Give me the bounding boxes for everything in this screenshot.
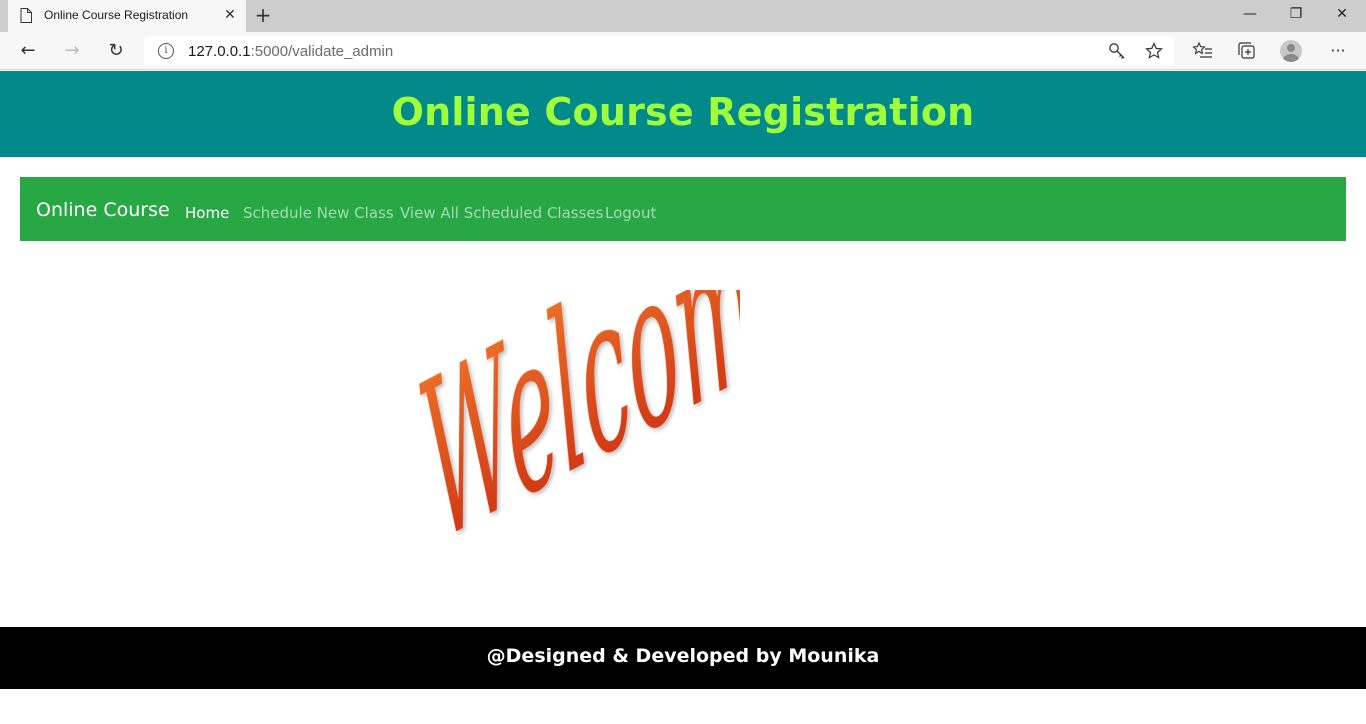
nav-link-view-all-scheduled-classes[interactable]: View All Scheduled Classes — [400, 204, 603, 222]
tab-title: Online Course Registration — [44, 8, 189, 22]
key-icon[interactable] — [1108, 42, 1126, 60]
site-footer: @Designed & Developed by Mounika — [0, 627, 1366, 689]
forward-button[interactable]: → — [60, 40, 84, 62]
reload-button[interactable]: ↻ — [104, 40, 128, 62]
info-icon[interactable]: i — [158, 43, 174, 59]
url-path: :5000/validate_admin — [250, 43, 394, 60]
star-icon[interactable] — [1145, 42, 1163, 60]
browser-tab-bar: Online Course Registration ✕ + — ❐ ✕ — [0, 0, 1366, 32]
browser-tab[interactable]: Online Course Registration ✕ — [8, 0, 246, 32]
more-icon[interactable]: ··· — [1326, 40, 1350, 62]
back-button[interactable]: ← — [16, 40, 40, 62]
url-text[interactable]: 127.0.0.1:5000/validate_admin — [188, 43, 393, 60]
browser-toolbar: ← → ↻ i 127.0.0.1:5000/validate_admin ··… — [0, 32, 1366, 70]
page-title: Online Course Registration — [391, 90, 975, 134]
profile-avatar[interactable] — [1280, 40, 1302, 62]
site-header: Online Course Registration — [0, 71, 1366, 157]
restore-button[interactable]: ❐ — [1284, 4, 1308, 24]
avatar-head — [1287, 44, 1295, 52]
url-host: 127.0.0.1 — [188, 43, 251, 60]
address-bar[interactable]: i 127.0.0.1:5000/validate_admin — [144, 36, 1174, 66]
nav-link-home[interactable]: Home — [185, 204, 229, 222]
site-navbar: Online Course Home Schedule New Class Vi… — [20, 177, 1346, 241]
navbar-brand[interactable]: Online Course — [36, 199, 170, 221]
nav-link-schedule-new-class[interactable]: Schedule New Class — [243, 204, 394, 222]
nav-link-logout[interactable]: Logout — [605, 204, 656, 222]
page-icon — [20, 8, 32, 23]
close-window-button[interactable]: ✕ — [1330, 4, 1354, 24]
tab-close-icon[interactable]: ✕ — [222, 7, 238, 23]
collections-icon[interactable] — [1235, 40, 1259, 62]
footer-credit: @Designed & Developed by Mounika — [486, 645, 880, 667]
favorites-icon[interactable] — [1191, 40, 1215, 62]
welcome-image: Welcome! — [406, 290, 740, 590]
welcome-text: Welcome! — [406, 290, 740, 590]
avatar-body — [1283, 54, 1299, 62]
new-tab-button[interactable]: + — [252, 5, 274, 27]
minimize-button[interactable]: — — [1238, 4, 1262, 24]
